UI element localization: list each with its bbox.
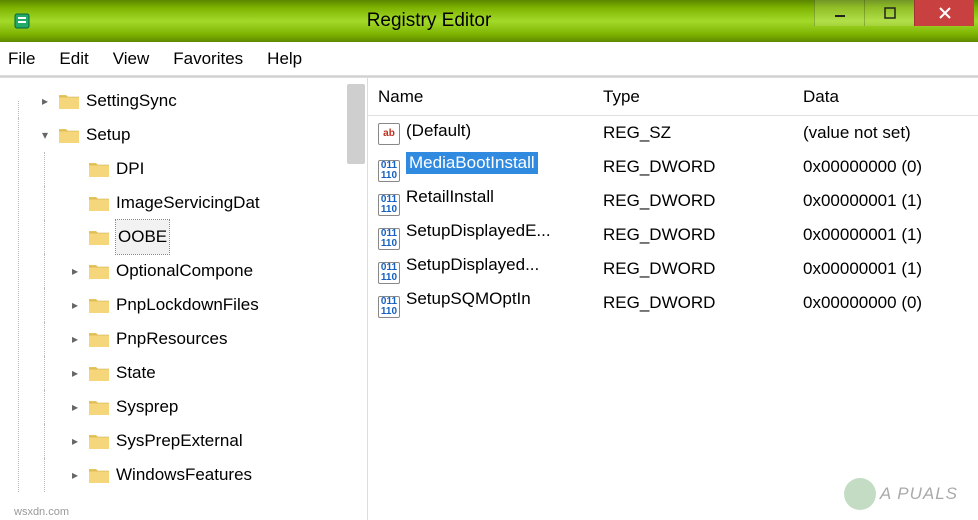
value-icon: 011110 (378, 194, 400, 216)
expander-icon[interactable]: ▸ (68, 468, 82, 482)
value-icon: 011110 (378, 262, 400, 284)
value-data: 0x00000001 (1) (793, 191, 978, 211)
list-pane[interactable]: Name Type Data ab (Default) REG_SZ(value n… (368, 78, 978, 520)
tree-label: SysPrepExternal (116, 424, 243, 458)
list-row[interactable]: 011110 SetupDisplayedE... REG_DWORD0x00000… (368, 218, 978, 252)
column-data[interactable]: Data (793, 87, 978, 107)
watermark: A PUALS (844, 478, 958, 510)
watermark-text: A PUALS (880, 484, 958, 504)
expander-icon[interactable]: ▾ (38, 128, 52, 142)
list-row[interactable]: 011110 SetupDisplayed... REG_DWORD0x000000… (368, 252, 978, 286)
tree-item[interactable]: ▸ SettingSync (8, 84, 367, 118)
tree-item[interactable]: ▾ SetupDPIImageServicingDatOOBE ▸ OptionalC… (8, 118, 367, 492)
value-icon: 011110 (378, 228, 400, 250)
value-data: 0x00000001 (1) (793, 259, 978, 279)
tree-label: Setup (86, 118, 130, 152)
tree-item[interactable]: OOBE (68, 220, 367, 254)
value-name: SetupSQMOptIn (406, 289, 531, 309)
value-type: REG_DWORD (593, 191, 793, 211)
list-row[interactable]: 011110 RetailInstall REG_DWORD0x00000001 (… (368, 184, 978, 218)
tree-item[interactable]: DPI (68, 152, 367, 186)
menu-help[interactable]: Help (267, 49, 302, 69)
value-data: 0x00000000 (0) (793, 157, 978, 177)
tree-label: SettingSync (86, 84, 177, 118)
list-header: Name Type Data (368, 78, 978, 116)
window-title: Registry Editor (44, 10, 814, 32)
tree-item[interactable]: ▸ PnpLockdownFiles (68, 288, 367, 322)
watermark-icon (844, 478, 876, 510)
tree-item[interactable]: ▸ PnpResources (68, 322, 367, 356)
tree-label: OptionalCompone (116, 254, 253, 288)
tree-label: WindowsFeatures (116, 458, 252, 492)
value-data: (value not set) (793, 123, 978, 143)
menu-view[interactable]: View (113, 49, 150, 69)
value-name: (Default) (406, 121, 471, 141)
tree-pane[interactable]: ▸ SettingSync ▾ SetupDPIImageServicingDatOO… (0, 78, 368, 520)
menu-favorites[interactable]: Favorites (173, 49, 243, 69)
expander-icon[interactable]: ▸ (68, 400, 82, 414)
tree-label: PnpLockdownFiles (116, 288, 259, 322)
source-label: wsxdn.com (14, 506, 69, 518)
expander-icon[interactable]: ▸ (68, 298, 82, 312)
expander-icon[interactable]: ▸ (38, 94, 52, 108)
app-icon (10, 9, 34, 33)
column-type[interactable]: Type (593, 87, 793, 107)
value-type: REG_DWORD (593, 293, 793, 313)
expander-icon[interactable]: ▸ (68, 264, 82, 278)
tree-label: DPI (116, 152, 144, 186)
tree-label: PnpResources (116, 322, 228, 356)
tree-item[interactable]: ▸ State (68, 356, 367, 390)
expander-icon[interactable]: ▸ (68, 366, 82, 380)
expander-icon[interactable]: ▸ (68, 434, 82, 448)
value-icon: 011110 (378, 296, 400, 318)
list-row[interactable]: 011110 SetupSQMOptIn REG_DWORD0x00000000 (… (368, 286, 978, 320)
minimize-button[interactable] (814, 0, 864, 26)
menu-bar: File Edit View Favorites Help (0, 42, 978, 76)
value-name: RetailInstall (406, 187, 494, 207)
value-name: MediaBootInstall (406, 152, 538, 174)
menu-file[interactable]: File (8, 49, 35, 69)
maximize-button[interactable] (864, 0, 914, 26)
tree-label: ImageServicingDat (116, 186, 260, 220)
value-name: SetupDisplayed... (406, 255, 539, 275)
tree-item[interactable]: ▸ Sysprep (68, 390, 367, 424)
value-type: REG_DWORD (593, 157, 793, 177)
value-type: REG_SZ (593, 123, 793, 143)
tree-label: Sysprep (116, 390, 178, 424)
list-row[interactable]: 011110 MediaBootInstall REG_DWORD0x0000000… (368, 150, 978, 184)
value-icon: 011110 (378, 160, 400, 182)
list-row[interactable]: ab (Default) REG_SZ(value not set) (368, 116, 978, 150)
value-data: 0x00000001 (1) (793, 225, 978, 245)
tree-label: State (116, 356, 156, 390)
title-bar: Registry Editor (0, 0, 978, 42)
window-controls (814, 0, 974, 26)
close-button[interactable] (914, 0, 974, 26)
expander-icon[interactable]: ▸ (68, 332, 82, 346)
value-name: SetupDisplayedE... (406, 221, 551, 241)
scrollbar-thumb[interactable] (347, 84, 365, 164)
value-type: REG_DWORD (593, 225, 793, 245)
tree-item[interactable]: ▸ SysPrepExternal (68, 424, 367, 458)
value-icon: ab (378, 123, 400, 145)
menu-edit[interactable]: Edit (59, 49, 88, 69)
tree-item[interactable]: ImageServicingDat (68, 186, 367, 220)
value-data: 0x00000000 (0) (793, 293, 978, 313)
value-type: REG_DWORD (593, 259, 793, 279)
column-name[interactable]: Name (368, 87, 593, 107)
tree-item[interactable]: ▸ WindowsFeatures (68, 458, 367, 492)
tree-item[interactable]: ▸ OptionalCompone (68, 254, 367, 288)
tree-label: OOBE (116, 220, 169, 254)
main-area: ▸ SettingSync ▾ SetupDPIImageServicingDatOO… (0, 77, 978, 520)
